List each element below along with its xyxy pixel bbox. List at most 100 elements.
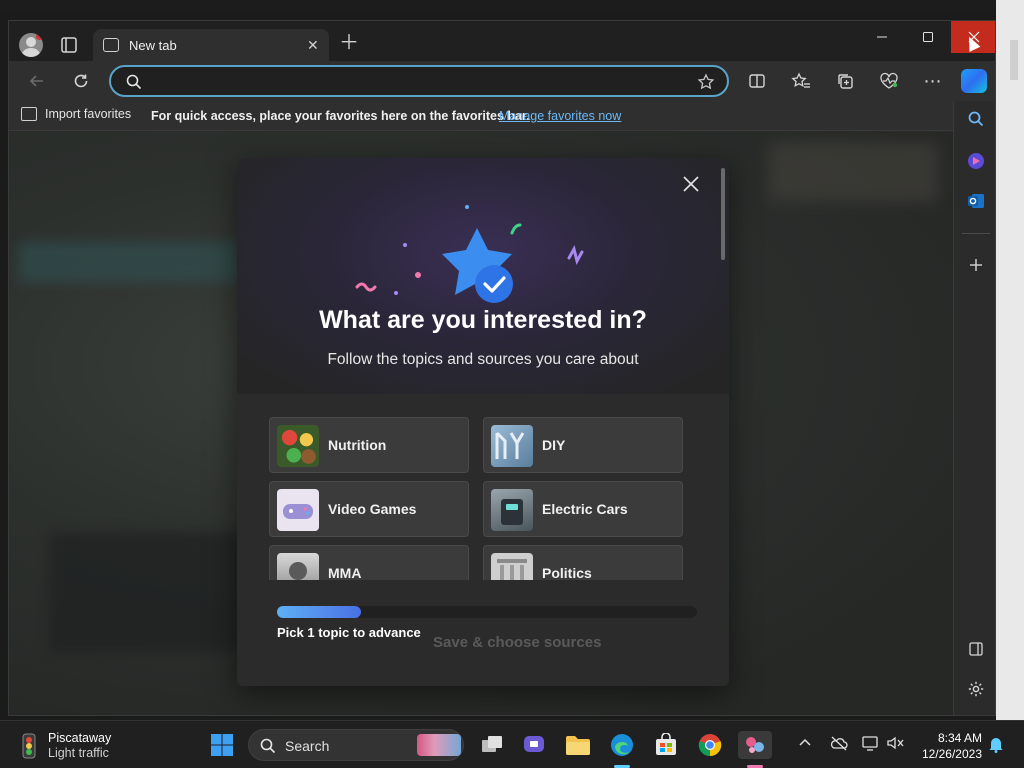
- sidebar-add-button[interactable]: [964, 253, 988, 277]
- chrome-button[interactable]: [696, 731, 724, 759]
- title-bar: New tab ✕ ＋: [9, 21, 995, 61]
- video-games-thumbnail: [277, 489, 319, 531]
- search-icon: [125, 73, 143, 96]
- settings-icon: [968, 681, 984, 697]
- traffic-light-icon: [18, 733, 40, 759]
- maximize-button[interactable]: [905, 21, 951, 53]
- profile-avatar[interactable]: [19, 33, 43, 57]
- new-tab-button[interactable]: ＋: [339, 33, 359, 53]
- task-view-button[interactable]: [478, 731, 506, 759]
- sidebar-settings-button[interactable]: [964, 677, 988, 701]
- import-favorites-label: Import favorites: [45, 107, 132, 121]
- teams-icon: [524, 736, 544, 752]
- notifications-button[interactable]: [988, 735, 1004, 758]
- topic-label: Politics: [542, 565, 592, 580]
- tab-actions-icon[interactable]: [59, 35, 79, 55]
- dialog-title: What are you interested in?: [319, 306, 647, 334]
- display-icon: [862, 736, 878, 751]
- save-and-choose-sources-button[interactable]: Save & choose sources: [433, 634, 601, 651]
- chrome-icon: [698, 734, 722, 757]
- copilot-icon[interactable]: [961, 69, 987, 93]
- politics-thumbnail: [491, 553, 533, 580]
- topic-progress-fill: [277, 606, 361, 618]
- tab-new-tab[interactable]: New tab ✕: [93, 29, 329, 61]
- bell-icon: [989, 738, 1003, 753]
- edge-taskbar-button[interactable]: [608, 731, 636, 759]
- add-icon: [970, 259, 982, 271]
- taskbar-search-label: Search: [285, 738, 330, 754]
- import-icon: [21, 107, 37, 121]
- clock-time: 8:34 AM: [937, 731, 982, 745]
- topic-politics[interactable]: Politics: [483, 545, 683, 580]
- store-button[interactable]: [652, 731, 680, 759]
- topic-electric-cars[interactable]: Electric Cars: [483, 481, 683, 537]
- more-options-button[interactable]: ⋯: [921, 69, 945, 93]
- favorites-bar: Import favorites For quick access, place…: [9, 101, 953, 131]
- star-checkmark-icon: [355, 205, 584, 303]
- show-hidden-icons-button[interactable]: [798, 735, 812, 752]
- microsoft-store-icon: [656, 733, 676, 755]
- taskbar-clock[interactable]: 8:34 AM 12/26/2023: [914, 730, 982, 762]
- hide-sidebar-icon: [969, 642, 983, 656]
- hide-sidebar-button[interactable]: [964, 637, 988, 661]
- sidebar-outlook-button[interactable]: [964, 189, 988, 213]
- sidebar-separator: [962, 233, 990, 234]
- split-screen-button[interactable]: [745, 69, 769, 93]
- sidebar-copilot-button[interactable]: [964, 149, 988, 173]
- pinned-app-button[interactable]: [738, 731, 772, 759]
- desktop-background-top: [0, 0, 1024, 14]
- refresh-button[interactable]: [69, 69, 93, 93]
- outlook-icon: [968, 194, 984, 208]
- topic-mma[interactable]: MMA: [269, 545, 469, 580]
- dialog-close-button[interactable]: [679, 172, 703, 196]
- tab-close-icon[interactable]: ✕: [307, 37, 319, 54]
- sidebar-search-button[interactable]: [964, 107, 988, 131]
- search-highlight-icon: [417, 734, 461, 756]
- start-button[interactable]: [208, 731, 236, 759]
- favorites-bar-message: For quick access, place your favorites h…: [151, 109, 530, 123]
- import-favorites-button[interactable]: Import favorites: [21, 107, 131, 121]
- weather-location: Piscataway: [48, 731, 112, 745]
- weather-status: Light traffic: [48, 746, 109, 760]
- windows-logo-icon: [211, 734, 233, 756]
- teams-chat-button[interactable]: [520, 731, 548, 759]
- copilot-icon: [968, 153, 984, 169]
- back-button[interactable]: [25, 69, 49, 93]
- search-icon: [259, 737, 277, 760]
- file-explorer-button[interactable]: [564, 731, 592, 759]
- topic-diy[interactable]: DIY: [483, 417, 683, 473]
- split-screen-icon: [749, 74, 765, 88]
- collections-icon: [838, 74, 853, 89]
- dialog-scrollbar[interactable]: [721, 168, 725, 260]
- manage-favorites-link[interactable]: Manage favorites now: [499, 109, 621, 123]
- collections-button[interactable]: [833, 69, 857, 93]
- topic-label: Nutrition: [328, 437, 387, 453]
- topic-label: MMA: [328, 565, 362, 580]
- network-tray-button[interactable]: [862, 735, 880, 754]
- volume-tray-button[interactable]: [886, 735, 904, 754]
- topic-label: Electric Cars: [542, 501, 628, 517]
- task-view-icon: [482, 736, 502, 752]
- clock-date: 12/26/2023: [921, 747, 982, 761]
- chevron-up-icon: [799, 738, 811, 746]
- browser-essentials-icon: [880, 72, 898, 89]
- topic-nutrition[interactable]: Nutrition: [269, 417, 469, 473]
- add-favorite-star-icon[interactable]: [697, 73, 715, 96]
- interests-dialog: What are you interested in? Follow the t…: [237, 158, 729, 686]
- browser-essentials-button[interactable]: [877, 69, 901, 93]
- refresh-icon: [74, 74, 88, 88]
- progress-label: Pick 1 topic to advance: [277, 625, 421, 640]
- volume-muted-icon: [887, 736, 904, 750]
- favorites-button[interactable]: [789, 69, 813, 93]
- electric-cars-thumbnail: [491, 489, 533, 531]
- back-icon: [29, 75, 43, 87]
- weather-widget[interactable]: Piscataway Light traffic: [18, 731, 111, 761]
- favorites-icon: [791, 72, 810, 88]
- dialog-hero: What are you interested in? Follow the t…: [237, 158, 729, 394]
- minimize-button[interactable]: [859, 21, 905, 53]
- topic-video-games[interactable]: Video Games: [269, 481, 469, 537]
- address-bar[interactable]: [109, 65, 729, 97]
- folder-icon: [566, 736, 590, 755]
- onedrive-tray-button[interactable]: [830, 735, 848, 754]
- taskbar-search[interactable]: Search: [248, 729, 464, 761]
